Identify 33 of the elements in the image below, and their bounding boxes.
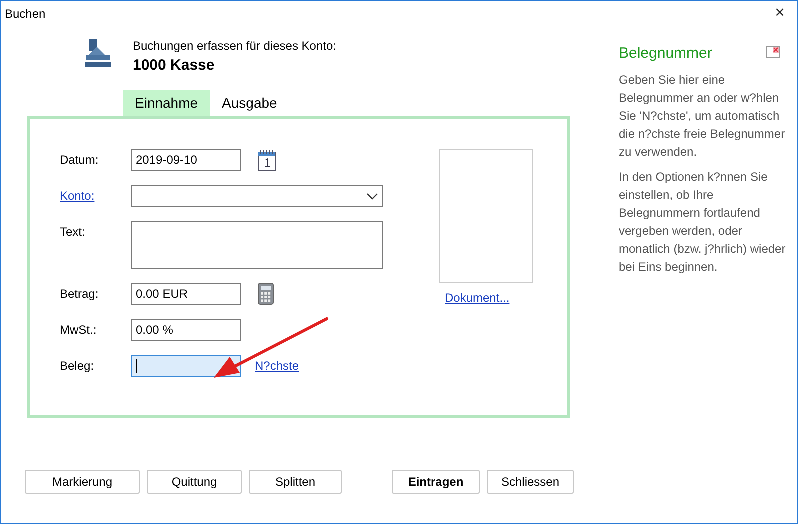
- dialog-button[interactable]: Markierung: [25, 470, 140, 494]
- next-number-link[interactable]: N?chste: [255, 359, 300, 373]
- field-label: MwSt.:: [60, 323, 97, 337]
- dialog-button[interactable]: Splitten: [249, 470, 342, 494]
- document-link[interactable]: Dokument...: [445, 291, 510, 305]
- field-label: Betrag:: [60, 287, 99, 301]
- dropdown-field[interactable]: [131, 185, 383, 207]
- tab[interactable]: Ausgabe: [210, 90, 290, 116]
- text-area[interactable]: [131, 221, 383, 269]
- input-field[interactable]: [131, 355, 241, 377]
- chevron-icon: [367, 192, 378, 200]
- calendar-icon[interactable]: [258, 149, 276, 171]
- help-text: In den Optionen k?nnen Sie einstellen, ob Ihre Belegnummern fortlaufend vergeben werden, oder monatlich (bzw. j?hrlich) wieder bei Eins beginnen.: [619, 169, 787, 276]
- field-label: Datum:: [60, 153, 99, 167]
- stack-icon: [85, 39, 111, 67]
- dialog-button[interactable]: Quittung: [147, 470, 242, 494]
- dialog-button[interactable]: Schliessen: [487, 470, 574, 494]
- close-button[interactable]: ×: [771, 3, 789, 23]
- calculator-icon[interactable]: [258, 283, 274, 305]
- field-label-link[interactable]: Konto:: [60, 189, 95, 203]
- close-pane-icon[interactable]: [766, 46, 780, 58]
- dialog-button[interactable]: Eintragen: [392, 470, 480, 494]
- help-text: Geben Sie hier eine Belegnummer an oder w?hlen Sie 'N?chste', um automatisch die n?chste freie Belegnummer zu verwenden.: [619, 72, 786, 161]
- field-label: Text:: [60, 225, 86, 239]
- input-field[interactable]: 0.00 %: [131, 319, 241, 341]
- account-caption: Buchungen erfassen für dieses Konto:: [133, 39, 336, 53]
- tab[interactable]: Einnahme: [123, 90, 210, 116]
- account-name: 1000 Kasse: [133, 57, 216, 74]
- input-field[interactable]: 2019-09-10: [131, 149, 241, 171]
- input-field[interactable]: 0.00 EUR: [131, 283, 241, 305]
- field-label: Beleg:: [60, 359, 94, 373]
- window-title: Buchen: [5, 7, 46, 21]
- help-title: Belegnummer: [619, 45, 712, 62]
